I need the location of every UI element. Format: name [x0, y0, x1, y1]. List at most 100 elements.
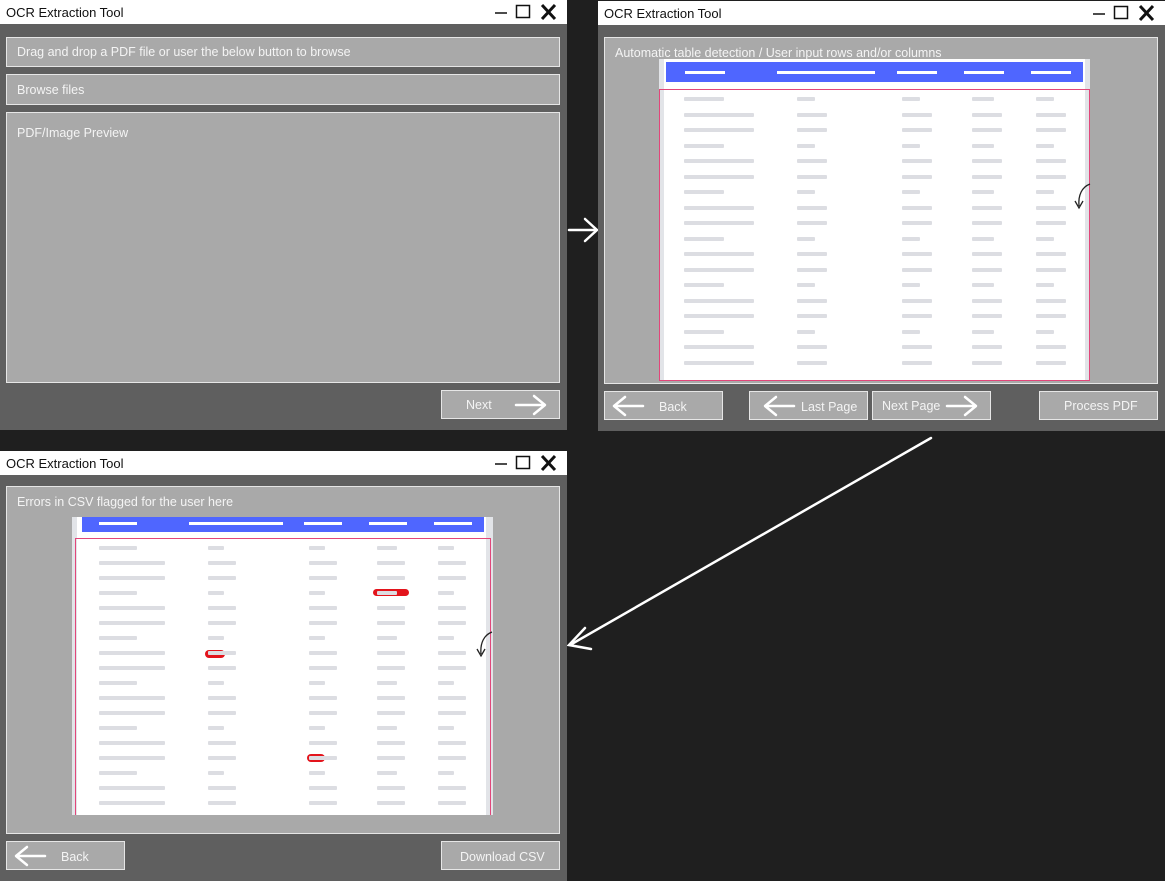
next-button[interactable]: Next — [441, 390, 560, 419]
cell-placeholder-line — [377, 696, 405, 700]
last-page-button[interactable]: Last Page — [749, 391, 868, 420]
next-label: Next — [466, 398, 492, 412]
cell-placeholder-line — [902, 128, 932, 132]
cell-placeholder-line — [972, 329, 994, 334]
cell-placeholder-line — [684, 143, 724, 148]
cell-placeholder-line — [684, 345, 754, 349]
error-review-label: Errors in CSV flagged for the user here — [17, 495, 234, 509]
cell-placeholder-line — [972, 205, 1002, 210]
cell-placeholder-line — [1036, 267, 1066, 272]
last-page-label: Last Page — [801, 400, 858, 414]
minimize-icon[interactable] — [490, 451, 512, 475]
cell-placeholder-line — [902, 283, 920, 287]
cell-placeholder-line — [99, 696, 165, 700]
cell-placeholder-line — [684, 190, 724, 194]
cell-placeholder-line — [309, 681, 325, 685]
cell-placeholder-line — [309, 756, 337, 760]
cell-placeholder-line — [684, 329, 724, 334]
header-placeholder-line — [964, 71, 1004, 74]
document-preview[interactable] — [659, 59, 1090, 381]
cell-placeholder-line — [309, 741, 337, 745]
header-placeholder-line — [897, 71, 937, 74]
cell-placeholder-line — [309, 696, 337, 700]
cell-placeholder-line — [1036, 298, 1066, 303]
back-button[interactable]: Back — [604, 391, 723, 420]
cell-placeholder-line — [1036, 329, 1054, 334]
cell-placeholder-line — [972, 236, 994, 241]
browse-files-label: Browse files — [17, 83, 85, 97]
cell-placeholder-line — [438, 576, 466, 580]
cell-placeholder-line — [438, 681, 454, 685]
header-placeholder-line — [777, 71, 875, 74]
close-icon[interactable] — [538, 0, 560, 24]
minimize-icon[interactable] — [1088, 1, 1110, 25]
cell-placeholder-line — [972, 252, 1002, 256]
cell-placeholder-line — [309, 801, 337, 805]
cell-placeholder-line — [902, 298, 932, 303]
back-label: Back — [659, 400, 687, 414]
download-csv-button[interactable]: Download CSV — [441, 841, 560, 870]
cell-placeholder-line — [902, 159, 932, 163]
cell-placeholder-line — [99, 711, 165, 715]
cell-placeholder-line — [797, 360, 827, 365]
title-bar: OCR Extraction Tool — [598, 1, 1165, 25]
close-icon[interactable] — [1136, 1, 1158, 25]
cell-placeholder-line — [684, 236, 724, 241]
cell-placeholder-line — [972, 143, 994, 148]
cell-placeholder-line — [309, 636, 325, 640]
cell-placeholder-line — [377, 726, 397, 730]
cell-placeholder-line — [797, 97, 815, 101]
cell-placeholder-line — [208, 606, 236, 610]
process-pdf-button[interactable]: Process PDF — [1039, 391, 1158, 420]
cell-placeholder-line — [684, 360, 754, 365]
cell-placeholder-line — [1036, 190, 1054, 194]
cell-placeholder-line — [684, 97, 724, 101]
cell-placeholder-line — [797, 112, 827, 117]
cell-placeholder-line — [377, 756, 405, 760]
minimize-icon[interactable] — [490, 0, 512, 24]
cell-placeholder-line — [309, 726, 325, 730]
cell-placeholder-line — [684, 174, 754, 179]
dropzone[interactable]: Drag and drop a PDF file or user the bel… — [6, 37, 560, 67]
back-button[interactable]: Back — [6, 841, 125, 870]
maximize-icon[interactable] — [1110, 1, 1132, 25]
flow-arrow-diagonal — [566, 436, 933, 651]
cell-placeholder-line — [99, 606, 165, 610]
cell-placeholder-line — [438, 666, 466, 670]
cell-placeholder-line — [99, 786, 165, 790]
window-title: OCR Extraction Tool — [604, 6, 722, 21]
cell-placeholder-line — [972, 128, 1002, 132]
header-placeholder-line — [434, 522, 472, 525]
cell-placeholder-line — [309, 576, 337, 580]
cell-placeholder-line — [377, 651, 405, 655]
csv-preview[interactable] — [72, 517, 493, 815]
cell-placeholder-line — [208, 681, 224, 685]
close-icon[interactable] — [538, 451, 560, 475]
next-page-button[interactable]: Next Page — [872, 391, 991, 420]
cell-placeholder-line — [99, 801, 165, 805]
resize-handle-icon[interactable] — [472, 629, 494, 659]
browse-files-button[interactable]: Browse files — [6, 74, 560, 105]
resize-handle-icon[interactable] — [1070, 181, 1092, 211]
cell-placeholder-line — [797, 252, 827, 256]
cell-placeholder-line — [684, 112, 754, 117]
cell-placeholder-line — [377, 741, 405, 745]
maximize-icon[interactable] — [512, 0, 534, 24]
cell-placeholder-line — [902, 205, 932, 210]
cell-placeholder-line — [377, 591, 397, 595]
arrow-left-icon — [612, 395, 645, 417]
cell-placeholder-line — [208, 696, 236, 700]
cell-placeholder-line — [438, 771, 454, 775]
cell-placeholder-line — [1036, 174, 1066, 179]
cell-placeholder-line — [797, 205, 827, 210]
cell-placeholder-line — [438, 756, 466, 760]
error-review-window: OCR Extraction Tool Errors in CSV flagge… — [0, 451, 567, 881]
arrow-left-icon — [14, 845, 47, 867]
detected-table-boundary[interactable] — [659, 89, 1090, 381]
cell-placeholder-line — [309, 606, 337, 610]
cell-placeholder-line — [797, 190, 815, 194]
maximize-icon[interactable] — [512, 451, 534, 475]
cell-placeholder-line — [99, 651, 165, 655]
back-label: Back — [61, 850, 89, 864]
cell-placeholder-line — [208, 771, 224, 775]
